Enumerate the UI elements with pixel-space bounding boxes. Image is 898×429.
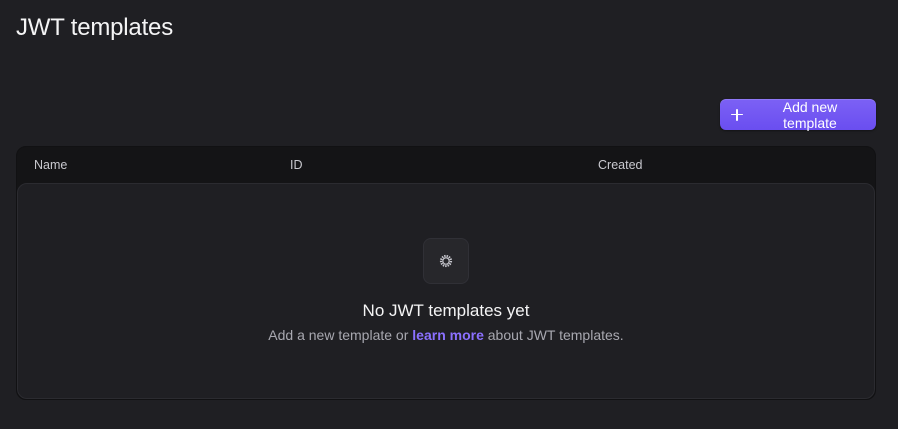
empty-state-description: Add a new template or learn more about J…: [18, 327, 874, 343]
gear-icon: [439, 254, 453, 268]
page-title: JWT templates: [16, 14, 173, 41]
add-new-template-button[interactable]: Add new template: [720, 98, 876, 131]
jwt-templates-table: Name ID Created No JWT templates yet Add…: [16, 146, 876, 400]
empty-state-icon-box: [423, 238, 469, 284]
column-header-name[interactable]: Name: [34, 158, 67, 172]
plus-icon: [731, 108, 743, 121]
empty-state-text-after: about JWT templates.: [487, 327, 624, 343]
empty-state-text-before: Add a new template or: [268, 327, 409, 343]
jwt-templates-page: JWT templates Add new template Name ID C…: [0, 0, 898, 429]
table-header: Name ID Created: [17, 147, 875, 183]
column-header-created[interactable]: Created: [598, 158, 642, 172]
learn-more-link[interactable]: learn more: [412, 327, 484, 343]
empty-state-title: No JWT templates yet: [362, 301, 530, 320]
column-header-id[interactable]: ID: [290, 158, 303, 172]
empty-state: No JWT templates yet Add a new template …: [17, 183, 875, 399]
add-new-template-label: Add new template: [782, 98, 838, 131]
